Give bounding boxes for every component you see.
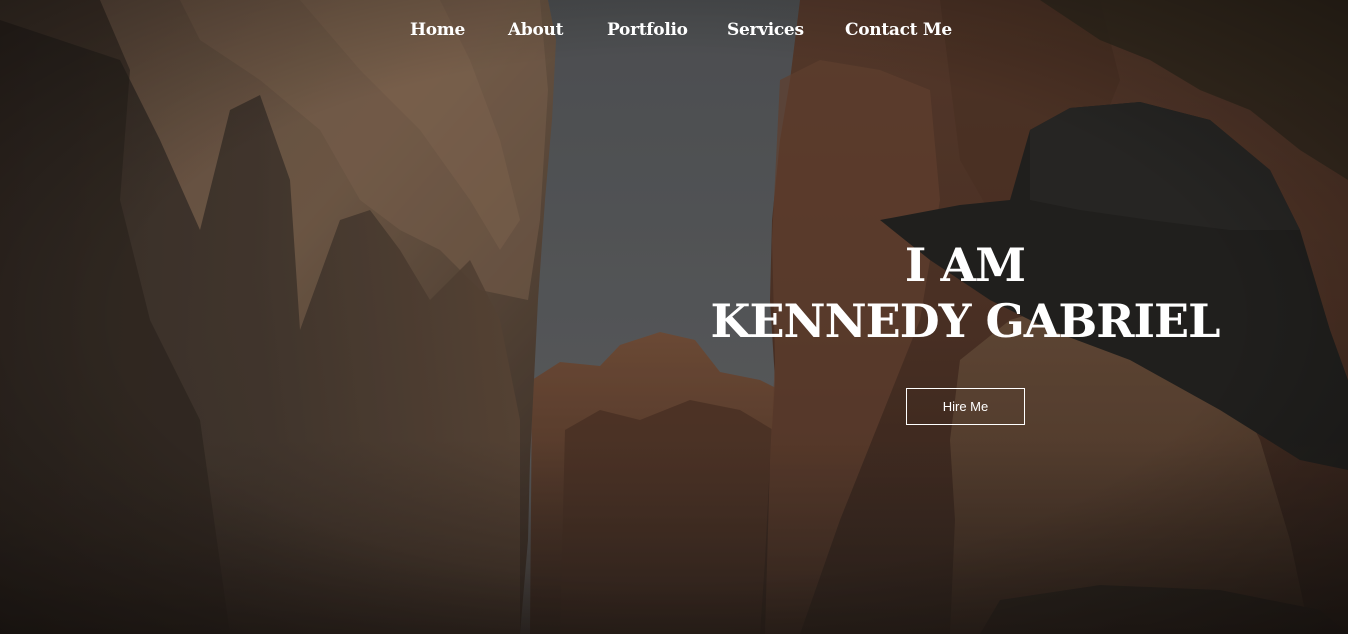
nav-portfolio-link[interactable]: Portfolio bbox=[607, 20, 688, 40]
nav-about-link[interactable]: About bbox=[508, 20, 563, 40]
nav-contact-link[interactable]: Contact Me bbox=[845, 20, 952, 40]
hero-headline: I AM KENNEDY GABRIEL bbox=[700, 238, 1230, 348]
main-navigation: Home About Portfolio Services Contact Me bbox=[0, 20, 1348, 48]
hero-headline-line1: I AM bbox=[904, 238, 1026, 292]
hero-section: Home About Portfolio Services Contact Me… bbox=[0, 0, 1348, 634]
hire-me-button[interactable]: Hire Me bbox=[906, 388, 1025, 425]
nav-services-link[interactable]: Services bbox=[727, 20, 804, 40]
nav-home-link[interactable]: Home bbox=[410, 20, 465, 40]
hero-headline-name: KENNEDY GABRIEL bbox=[710, 294, 1221, 348]
